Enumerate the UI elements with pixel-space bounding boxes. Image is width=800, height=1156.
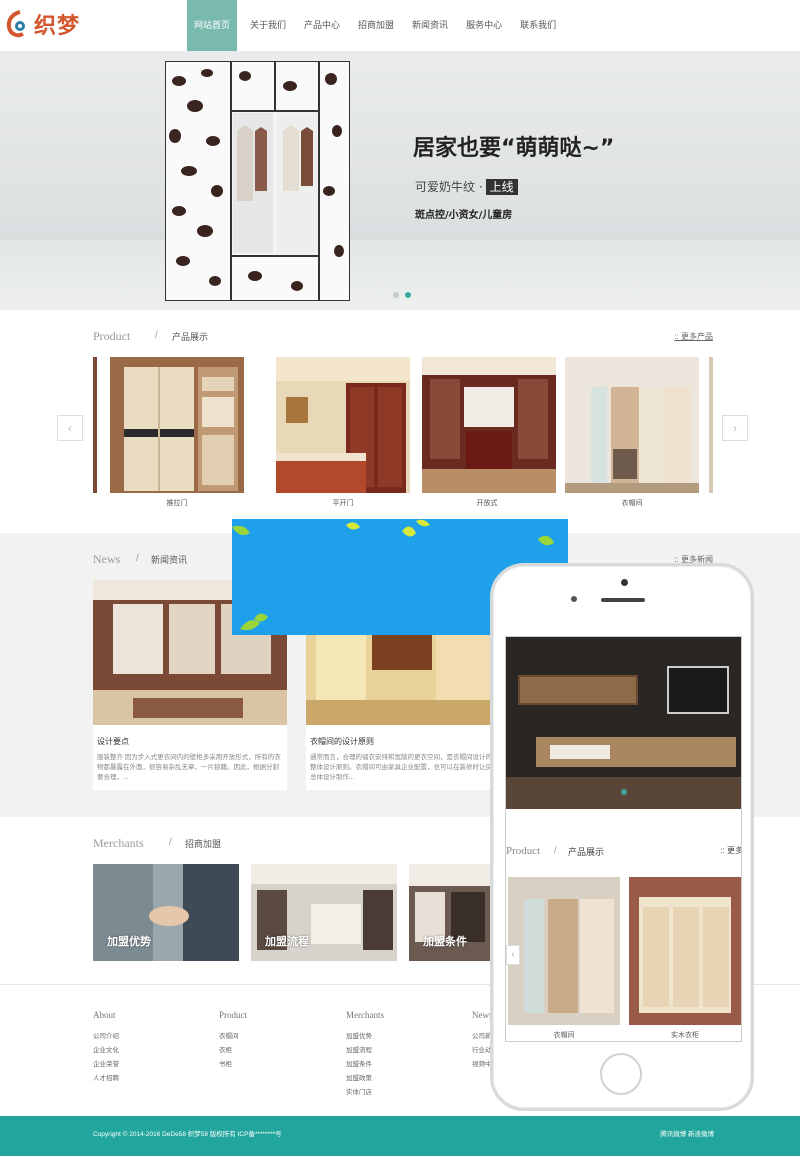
footer-column-merchants: Merchants 加盟优势 加盟流程 加盟条件 加盟政策 实体门店 (346, 1010, 384, 1100)
footer-column-about: About 公司介绍 企业文化 企业荣誉 人才招聘 (93, 1010, 119, 1086)
product-image-walk-in-closet[interactable] (565, 357, 699, 493)
product-more-label: 更多产品 (681, 332, 713, 341)
phone-screen: Product / 产品展示 :: 更多 ‹ 衣帽间 实木衣柜 (505, 636, 742, 1042)
wardrobe-image (165, 61, 350, 301)
logo-icon (6, 10, 30, 38)
merchant-label: 加盟流程 (265, 935, 309, 948)
news-section-cn: 新闻资讯 (151, 555, 188, 565)
footer-link[interactable]: 人才招聘 (93, 1072, 119, 1086)
banner-title: 居家也要“萌萌哒~” (413, 136, 615, 161)
carousel-next-button[interactable]: › (722, 415, 748, 441)
main-nav: 网站首页 关于我们 产品中心 招商加盟 新闻资讯 服务中心 联系我们 (187, 0, 565, 51)
product-caption[interactable]: 推拉门 (110, 498, 244, 508)
slider-dots (393, 292, 411, 298)
merchants-section-en: Merchants (93, 836, 144, 850)
product-image-hinged-door[interactable] (276, 357, 410, 493)
phone-product-caption[interactable]: 衣帽间 (508, 1030, 620, 1040)
phone-product-image[interactable] (508, 877, 620, 1025)
footer-link[interactable]: 加盟流程 (346, 1044, 384, 1058)
footer-link[interactable]: 企业文化 (93, 1044, 119, 1058)
nav-item-franchise[interactable]: 招商加盟 (349, 0, 403, 51)
footer-link[interactable]: 实体门店 (346, 1086, 384, 1100)
nav-item-service[interactable]: 服务中心 (457, 0, 511, 51)
slider-dot-active[interactable] (405, 292, 411, 298)
product-edge-image (93, 357, 97, 493)
news-title[interactable]: 设计要点 (97, 736, 287, 747)
phone-product-image[interactable] (629, 877, 741, 1025)
merchant-label: 加盟条件 (423, 935, 467, 948)
footer-column-title: Merchants (346, 1010, 384, 1020)
footer-link[interactable]: 企业荣誉 (93, 1058, 119, 1072)
footer-column-title: About (93, 1010, 116, 1020)
section-slash: / (155, 330, 158, 341)
banner-floor (0, 240, 800, 310)
product-section-en: Product (93, 329, 131, 343)
copyright-bar: Copyright © 2014-2016 DeDe58 织梦58 版权所有 I… (0, 1116, 800, 1156)
phone-sensor (571, 596, 577, 602)
hero-banner[interactable]: 居家也要“萌萌哒~” 可爱奶牛纹 · 上线 斑点控/小资女/儿童房 (0, 51, 800, 310)
nav-item-about[interactable]: 关于我们 (241, 0, 295, 51)
news-title[interactable]: 衣帽间的设计原则 (310, 736, 500, 747)
section-slash: / (169, 837, 172, 848)
banner-tags: 斑点控/小资女/儿童房 (415, 210, 513, 221)
social-links[interactable]: 腾讯微博 新浪微博 (660, 1128, 714, 1138)
product-caption[interactable]: 平开门 (276, 498, 410, 508)
site-header: 织梦 网站首页 关于我们 产品中心 招商加盟 新闻资讯 服务中心 联系我们 (0, 0, 800, 51)
product-caption[interactable]: 衣帽间 (565, 498, 699, 508)
news-excerpt: 服装整齐 因为步入式更衣间内的壁柜多采用开放形式，所有的衣物都暴露在外面，很容易… (97, 754, 281, 781)
section-slash: / (136, 553, 139, 564)
merchant-label: 加盟优势 (107, 935, 151, 948)
phone-more-label: 更多 (727, 846, 742, 855)
slider-dot[interactable] (393, 292, 399, 298)
merchants-section-cn: 招商加盟 (185, 839, 222, 849)
footer-column-title: Product (219, 1010, 247, 1020)
nav-item-contact[interactable]: 联系我们 (511, 0, 565, 51)
banner-subtitle-tag: 上线 (485, 179, 518, 195)
footer-link[interactable]: 公司介绍 (93, 1030, 119, 1044)
merchant-card-process[interactable]: 加盟流程 (251, 864, 397, 961)
product-section-cn: 产品展示 (172, 332, 209, 342)
product-more-link[interactable]: :: 更多产品 (674, 331, 713, 342)
phone-product-caption[interactable]: 实木衣柜 (629, 1030, 741, 1040)
phone-speaker (601, 598, 645, 602)
footer-link[interactable]: 衣帽间 (219, 1030, 247, 1044)
footer-link[interactable]: 加盟条件 (346, 1058, 384, 1072)
banner-subtitle-text: 可爱奶牛纹 · (415, 180, 483, 194)
phone-home-button[interactable] (600, 1053, 642, 1095)
copyright-text: Copyright © 2014-2016 DeDe58 织梦58 版权所有 I… (93, 1131, 282, 1138)
phone-section-en: Product (506, 845, 541, 857)
product-caption[interactable]: 开放式 (420, 498, 554, 508)
footer-link[interactable]: 加盟政策 (346, 1072, 384, 1086)
footer-link[interactable]: 衣柜 (219, 1044, 247, 1058)
news-section-en: News (93, 552, 121, 566)
logo[interactable]: 织梦 (6, 8, 80, 40)
product-edge-image (709, 357, 713, 493)
phone-more-link[interactable]: :: 更多 (720, 845, 742, 856)
banner-subtitle: 可爱奶牛纹 · 上线 (415, 178, 518, 195)
footer-link[interactable]: 加盟优势 (346, 1030, 384, 1044)
footer-link[interactable]: 书柜 (219, 1058, 247, 1072)
merchant-card-conditions[interactable]: 加盟条件 (409, 864, 491, 961)
phone-section-header: Product / 产品展示 :: 更多 (506, 845, 742, 859)
nav-item-home[interactable]: 网站首页 (187, 0, 237, 51)
section-slash: / (554, 845, 557, 855)
phone-carousel-prev[interactable]: ‹ (506, 945, 520, 965)
product-section-header: Product / 产品展示 :: 更多产品 (93, 329, 713, 345)
product-carousel (93, 357, 713, 493)
product-image-sliding-door[interactable] (110, 357, 244, 493)
merchant-card-advantage[interactable]: 加盟优势 (93, 864, 239, 961)
product-image-open-style[interactable] (422, 357, 556, 493)
carousel-prev-button[interactable]: ‹ (57, 415, 83, 441)
footer-column-product: Product 衣帽间 衣柜 书柜 (219, 1010, 247, 1072)
phone-banner-image (506, 637, 741, 809)
phone-mockup: Product / 产品展示 :: 更多 ‹ 衣帽间 实木衣柜 (490, 563, 754, 1111)
nav-item-news[interactable]: 新闻资讯 (403, 0, 457, 51)
nav-item-products[interactable]: 产品中心 (295, 0, 349, 51)
phone-camera (621, 579, 628, 586)
logo-text: 织梦 (34, 14, 81, 39)
phone-section-cn: 产品展示 (568, 847, 605, 857)
news-excerpt: 通常而言，合理的储衣安排和宽敞的更衣空间，是衣帽间设计的整体设计原则。衣帽间可由… (310, 754, 492, 781)
